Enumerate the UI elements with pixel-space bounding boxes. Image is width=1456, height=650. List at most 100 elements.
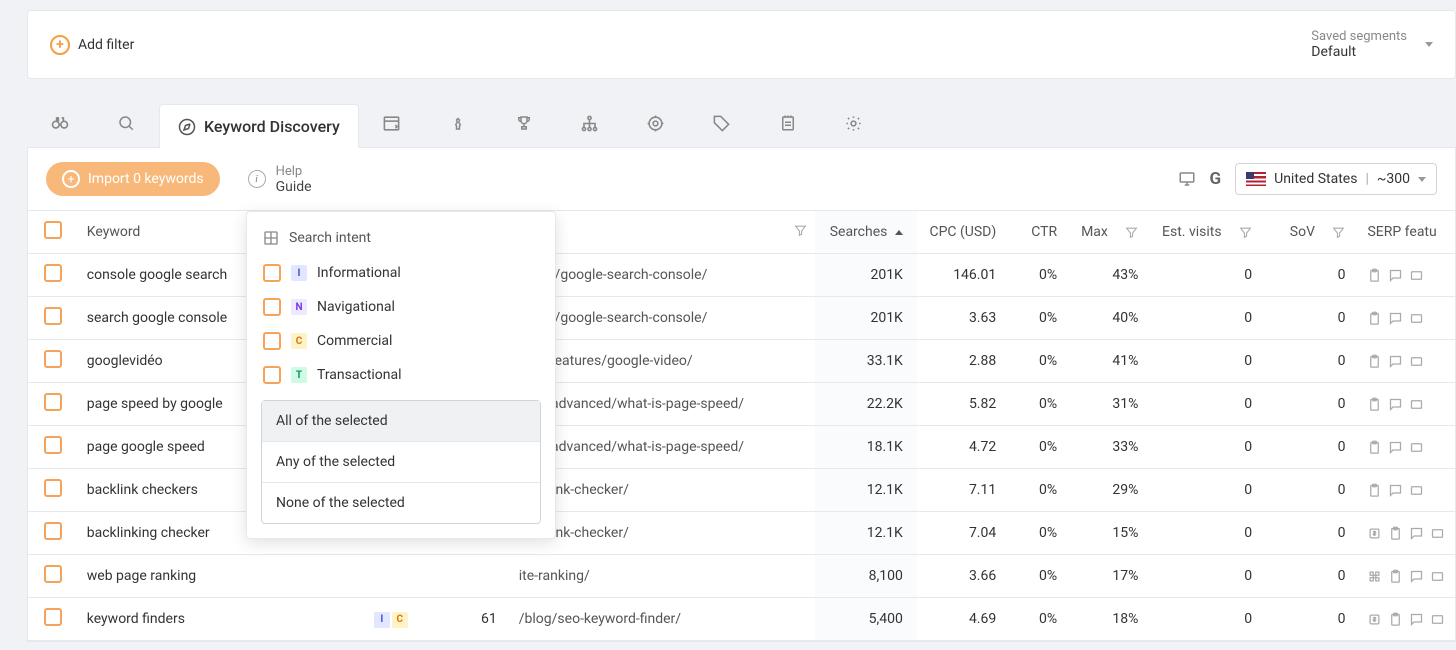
option-checkbox[interactable] <box>263 264 281 282</box>
ctr-cell: 0% <box>1010 254 1071 297</box>
clipboard-icon[interactable] <box>1388 569 1403 584</box>
cpc-cell: 7.04 <box>917 512 1010 555</box>
country-selector[interactable]: United States | ~300 <box>1235 163 1437 195</box>
cpc-cell: 2.88 <box>917 340 1010 383</box>
clipboard-icon[interactable] <box>1367 354 1382 369</box>
row-checkbox[interactable] <box>44 436 62 454</box>
si-badge: C <box>291 333 307 349</box>
sov-cell: 0 <box>1266 426 1359 469</box>
import-keywords-button[interactable]: + Import 0 keywords <box>46 162 220 196</box>
add-filter-button[interactable]: + Add filter <box>50 35 134 55</box>
filter-icon[interactable] <box>1239 226 1252 239</box>
searches-cell: 22.2K <box>815 383 917 426</box>
searches-cell: 8,100 <box>815 555 917 598</box>
row-checkbox[interactable] <box>44 608 62 626</box>
help-guide[interactable]: i Help Guide <box>248 164 312 195</box>
dollar-icon[interactable] <box>1367 612 1382 627</box>
row-checkbox[interactable] <box>44 479 62 497</box>
tab-tag[interactable] <box>689 99 755 147</box>
col-cpc[interactable]: CPC (USD) <box>929 224 996 240</box>
filter-icon[interactable] <box>1332 226 1345 239</box>
intent-option[interactable]: NNavigational <box>247 290 555 324</box>
tab-browser[interactable] <box>359 99 425 147</box>
col-max[interactable]: Max <box>1081 224 1108 240</box>
clipboard-icon[interactable] <box>1388 612 1403 627</box>
row-checkbox[interactable] <box>44 393 62 411</box>
url-cell: -seo/advanced/what-is-page-speed/ <box>511 426 816 469</box>
cpc-cell: 3.66 <box>917 555 1010 598</box>
comment-icon[interactable] <box>1388 440 1403 455</box>
more-icon[interactable] <box>1430 612 1445 627</box>
more-icon[interactable] <box>1430 569 1445 584</box>
est-cell: 0 <box>1152 598 1266 641</box>
google-icon[interactable]: G <box>1210 169 1222 189</box>
clipboard-icon[interactable] <box>1367 397 1382 412</box>
more-icon[interactable] <box>1430 526 1445 541</box>
comment-icon[interactable] <box>1388 268 1403 283</box>
more-icon[interactable] <box>1409 397 1424 412</box>
si-badge: I <box>374 612 390 628</box>
comment-icon[interactable] <box>1409 612 1424 627</box>
est-cell: 0 <box>1152 340 1266 383</box>
clipboard-icon[interactable] <box>1367 483 1382 498</box>
tab-settings[interactable] <box>821 99 887 147</box>
more-icon[interactable] <box>1409 268 1424 283</box>
row-checkbox[interactable] <box>44 307 62 325</box>
comment-icon[interactable] <box>1409 526 1424 541</box>
url-cell: ration/google-search-console/ <box>511 254 816 297</box>
keyword-cell: keyword finders <box>79 598 333 641</box>
col-sov[interactable]: SoV <box>1290 224 1315 240</box>
row-checkbox[interactable] <box>44 565 62 583</box>
col-ctr[interactable]: CTR <box>1031 224 1057 240</box>
intent-option[interactable]: TTransactional <box>247 358 555 392</box>
clipboard-icon[interactable] <box>1388 526 1403 541</box>
filter-icon[interactable] <box>794 224 807 237</box>
intent-option[interactable]: CCommercial <box>247 324 555 358</box>
ctr-cell: 0% <box>1010 469 1071 512</box>
col-est[interactable]: Est. visits <box>1162 224 1222 240</box>
row-checkbox[interactable] <box>44 350 62 368</box>
more-icon[interactable] <box>1409 440 1424 455</box>
option-checkbox[interactable] <box>263 332 281 350</box>
comment-icon[interactable] <box>1388 354 1403 369</box>
tab-sitemap[interactable] <box>557 99 623 147</box>
comment-icon[interactable] <box>1388 311 1403 326</box>
saved-segments-dropdown[interactable]: Saved segments Default <box>1311 29 1433 60</box>
col-serp[interactable]: SERP featu <box>1367 224 1436 240</box>
tab-chess[interactable] <box>425 99 491 147</box>
clipboard-icon[interactable] <box>1367 440 1382 455</box>
dollar-icon[interactable] <box>1367 526 1382 541</box>
select-mode-option[interactable]: None of the selected <box>262 483 540 523</box>
tab-target[interactable] <box>623 99 689 147</box>
option-checkbox[interactable] <box>263 366 281 384</box>
tab-binoculars[interactable] <box>27 99 93 147</box>
select-all-checkbox[interactable] <box>44 221 62 239</box>
clipboard-icon[interactable] <box>1367 268 1382 283</box>
tab-search[interactable] <box>93 99 159 147</box>
cpc-cell: 4.69 <box>917 598 1010 641</box>
tab-notes[interactable] <box>755 99 821 147</box>
comment-icon[interactable] <box>1388 483 1403 498</box>
plus-icon: + <box>62 170 80 188</box>
row-checkbox[interactable] <box>44 264 62 282</box>
filter-icon[interactable] <box>1125 226 1138 239</box>
select-mode-option[interactable]: Any of the selected <box>262 442 540 483</box>
col-keyword[interactable]: Keyword <box>87 224 141 240</box>
row-checkbox[interactable] <box>44 522 62 540</box>
tab-label: Keyword Discovery <box>204 117 340 136</box>
tab-trophy[interactable] <box>491 99 557 147</box>
comment-icon[interactable] <box>1409 569 1424 584</box>
more-icon[interactable] <box>1409 311 1424 326</box>
option-checkbox[interactable] <box>263 298 281 316</box>
puzzle-icon[interactable] <box>1367 569 1382 584</box>
intent-option[interactable]: IInformational <box>247 256 555 290</box>
option-label: Informational <box>317 265 401 281</box>
select-mode-option[interactable]: All of the selected <box>262 401 540 442</box>
desktop-icon[interactable] <box>1178 170 1196 188</box>
more-icon[interactable] <box>1409 483 1424 498</box>
more-icon[interactable] <box>1409 354 1424 369</box>
clipboard-icon[interactable] <box>1367 311 1382 326</box>
comment-icon[interactable] <box>1388 397 1403 412</box>
tab-keyword-discovery[interactable]: Keyword Discovery <box>159 104 359 148</box>
col-searches[interactable]: Searches <box>830 224 888 240</box>
